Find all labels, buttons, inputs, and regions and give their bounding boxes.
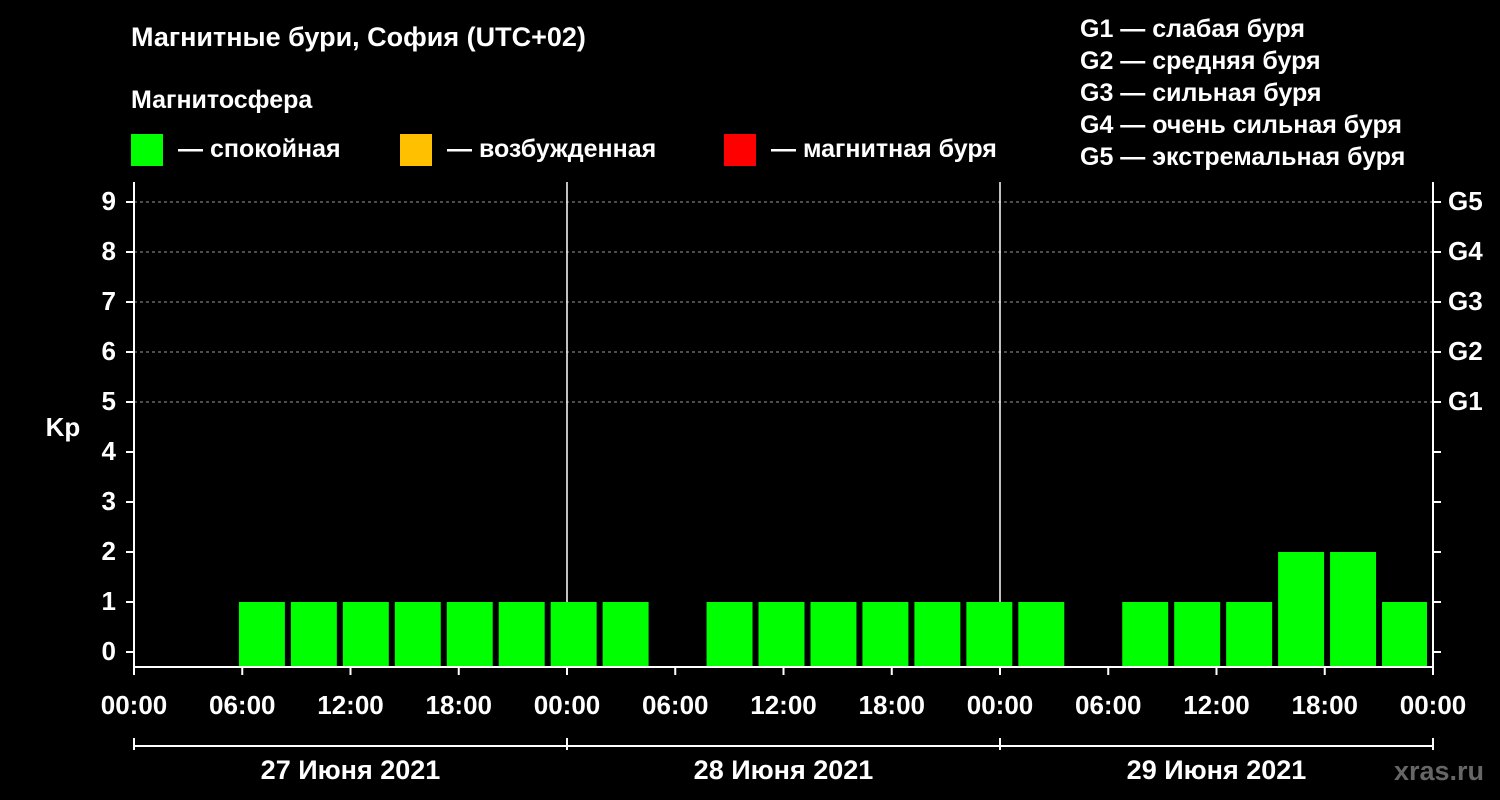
x-tick-label: 00:00	[101, 690, 168, 720]
kp-bar	[1122, 602, 1169, 667]
x-tick-label: 12:00	[1183, 690, 1250, 720]
x-tick-label: 00:00	[967, 690, 1034, 720]
y-axis-label: Kp	[46, 412, 81, 442]
kp-bar	[1174, 602, 1221, 667]
y-tick-label: 8	[102, 236, 116, 266]
y-tick-label: 5	[102, 386, 116, 416]
y-tick-label: 7	[102, 286, 116, 316]
x-tick-label: 18:00	[426, 690, 493, 720]
g-level-label: G1	[1448, 386, 1483, 416]
kp-bar	[498, 602, 545, 667]
y-tick-label: 4	[102, 436, 117, 466]
kp-bar	[602, 602, 649, 667]
kp-bar	[862, 602, 909, 667]
day-label: 29 Июня 2021	[1127, 755, 1307, 785]
x-tick-label: 06:00	[209, 690, 276, 720]
x-tick-label: 06:00	[642, 690, 709, 720]
x-tick-label: 12:00	[750, 690, 817, 720]
g-level-label: G2	[1448, 336, 1483, 366]
kp-bar	[1278, 552, 1325, 667]
kp-bar	[810, 602, 857, 667]
kp-bar	[1330, 552, 1377, 667]
kp-bar	[550, 602, 597, 667]
kp-bar	[394, 602, 441, 667]
y-tick-label: 3	[102, 486, 116, 516]
y-tick-label: 1	[102, 586, 116, 616]
kp-bar-chart: 0 1 2 3 4 5 6 7 8 9 G1 G2 G3 G4 G5 Kp 00:00 06:00 12:00 18:…	[46, 182, 1483, 785]
day-label: 27 Июня 2021	[261, 755, 441, 785]
kp-bar	[966, 602, 1013, 667]
x-tick-label: 00:00	[1400, 690, 1467, 720]
kp-bar	[1018, 602, 1065, 667]
g-level-label: G5	[1448, 186, 1483, 216]
x-tick-label: 12:00	[317, 690, 384, 720]
y-tick-label: 0	[102, 636, 116, 666]
kp-bar	[706, 602, 753, 667]
kp-bar	[290, 602, 337, 667]
x-tick-label: 18:00	[859, 690, 926, 720]
y-tick-label: 6	[102, 336, 116, 366]
x-tick-label: 06:00	[1075, 690, 1142, 720]
y-tick-label: 2	[102, 536, 116, 566]
kp-bar	[342, 602, 389, 667]
kp-bar	[1382, 602, 1427, 667]
day-label: 28 Июня 2021	[694, 755, 874, 785]
y-tick-label: 9	[102, 186, 116, 216]
kp-bar	[446, 602, 493, 667]
watermark: xras.ru	[1393, 756, 1484, 786]
g-level-label: G4	[1448, 236, 1483, 266]
kp-bar	[1226, 602, 1273, 667]
x-tick-label: 18:00	[1292, 690, 1359, 720]
g-level-label: G3	[1448, 286, 1483, 316]
kp-bar	[914, 602, 961, 667]
kp-bar	[758, 602, 805, 667]
kp-bar	[238, 602, 285, 667]
x-tick-label: 00:00	[534, 690, 601, 720]
